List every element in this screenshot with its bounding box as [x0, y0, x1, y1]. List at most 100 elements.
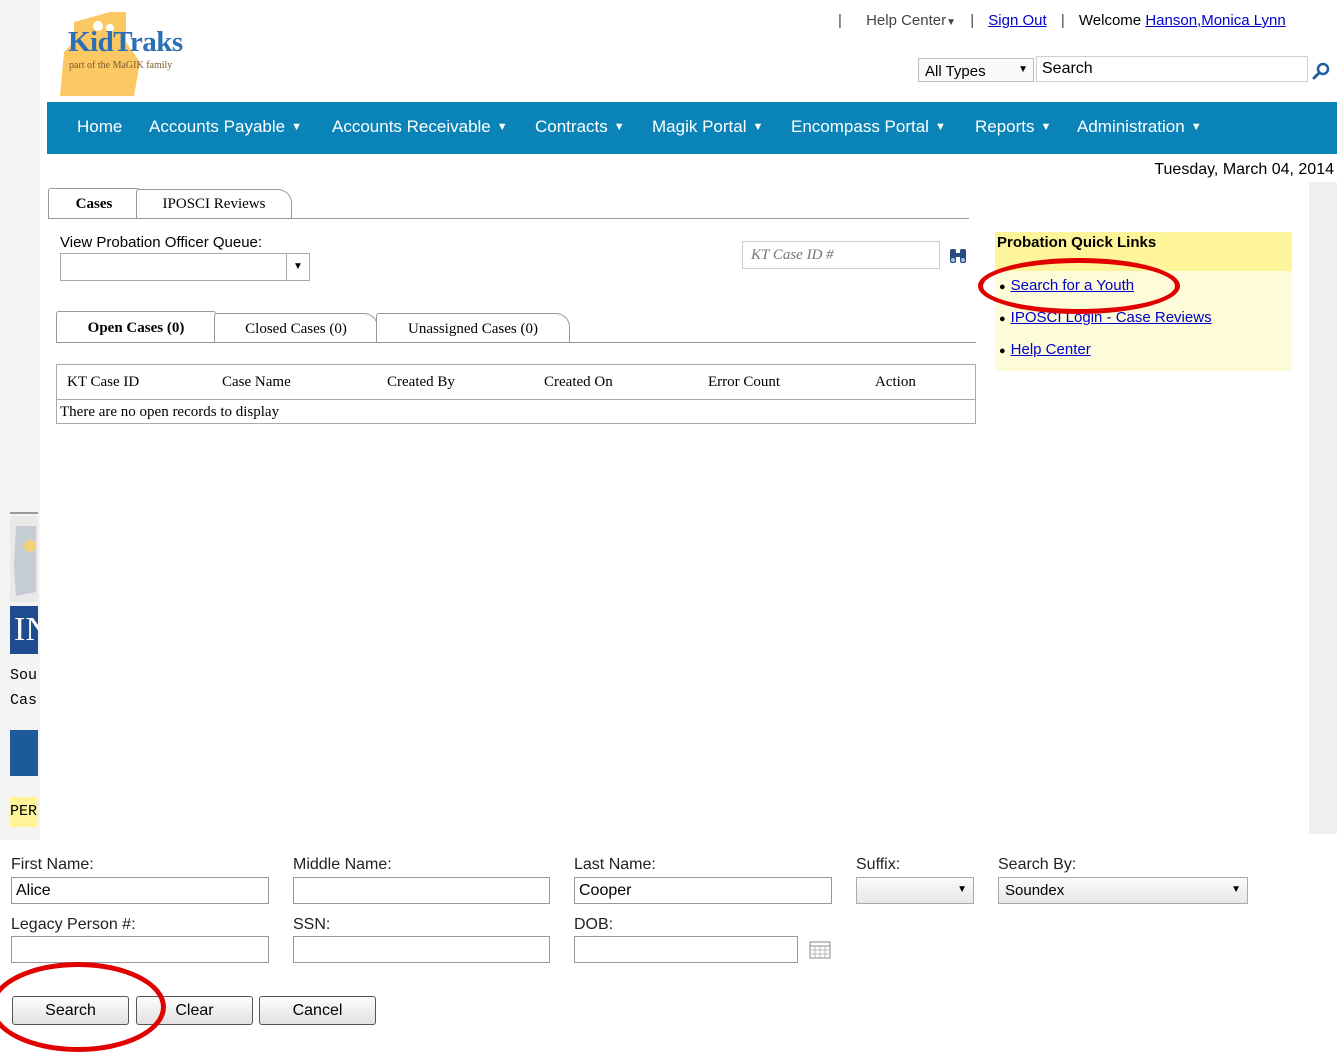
- tab-label: Unassigned Cases (0): [408, 321, 538, 337]
- last-name-label: Last Name:: [574, 856, 656, 873]
- search-type-select[interactable]: All Types ▼: [918, 58, 1034, 82]
- nav-label: Magik Portal: [652, 117, 747, 136]
- ssn-label: SSN:: [293, 916, 331, 933]
- tab-divider: [48, 218, 969, 219]
- nav-reports[interactable]: Reports ▼: [975, 117, 1051, 137]
- caret-down-icon: ▼: [496, 121, 508, 133]
- sign-out-link[interactable]: Sign Out: [988, 12, 1046, 29]
- cancel-button[interactable]: Cancel: [259, 996, 376, 1025]
- bullet-icon: ●: [999, 313, 1006, 325]
- suffix-select[interactable]: ▼: [856, 877, 974, 904]
- column-header[interactable]: Case Name: [222, 374, 291, 391]
- queue-select[interactable]: ▼: [60, 253, 310, 281]
- search-by-label: Search By:: [998, 856, 1077, 873]
- caret-down-icon: ▼: [1231, 884, 1241, 895]
- fragment-text: Case: [10, 692, 38, 709]
- cases-table: KT Case ID Case Name Created By Created …: [56, 364, 976, 424]
- search-type-value: All Types: [925, 63, 986, 80]
- quick-links-title: Probation Quick Links: [997, 234, 1157, 251]
- middle-name-input[interactable]: [293, 877, 550, 904]
- tab-unassigned-cases[interactable]: Unassigned Cases (0): [376, 313, 570, 343]
- first-name-input[interactable]: [11, 877, 269, 904]
- tab-label: Open Cases (0): [87, 320, 185, 336]
- caret-down-icon: ▼: [613, 121, 625, 133]
- state-logo-fragment: [10, 516, 38, 602]
- tab-label: Closed Cases (0): [245, 321, 347, 337]
- tab-open-cases[interactable]: Open Cases (0): [56, 311, 216, 343]
- table-header: KT Case ID Case Name Created By Created …: [57, 365, 975, 400]
- caret-down-icon: ▼: [1190, 121, 1202, 133]
- separator: |: [1060, 12, 1065, 29]
- search-input[interactable]: [1036, 56, 1308, 82]
- case-id-input[interactable]: [742, 241, 940, 269]
- annotation-circle: [0, 962, 166, 1052]
- nav-label: Accounts Payable: [149, 117, 286, 136]
- caret-down-icon: ▼: [946, 17, 957, 28]
- nav-label: Encompass Portal: [791, 117, 929, 136]
- nav-label: Home: [77, 117, 123, 136]
- bullet-icon: ●: [999, 345, 1006, 357]
- nav-contracts[interactable]: Contracts ▼: [535, 117, 625, 137]
- nav-encompass-portal[interactable]: Encompass Portal ▼: [791, 117, 946, 137]
- column-header[interactable]: Created By: [387, 374, 455, 391]
- caret-down-icon: ▼: [957, 884, 967, 895]
- queue-label: View Probation Officer Queue:: [60, 234, 263, 251]
- search-by-select[interactable]: Soundex ▼: [998, 877, 1248, 904]
- tab-iposci-reviews[interactable]: IPOSCI Reviews: [136, 189, 292, 219]
- column-header[interactable]: Error Count: [708, 374, 780, 391]
- caret-down-icon[interactable]: ▼: [286, 254, 309, 280]
- ssn-input[interactable]: [293, 936, 550, 963]
- yellow-header-fragment: PER: [10, 797, 38, 827]
- legacy-person-input[interactable]: [11, 936, 269, 963]
- blue-bar-fragment: [10, 730, 38, 776]
- search-icon[interactable]: [1312, 61, 1332, 81]
- fragment-text: Sour: [10, 667, 38, 684]
- main-nav: Home Accounts Payable ▼ Accounts Receivab…: [47, 102, 1337, 154]
- column-header[interactable]: KT Case ID: [67, 374, 139, 391]
- dob-label: DOB:: [574, 916, 614, 933]
- help-center-menu[interactable]: Help Center▼: [866, 12, 956, 29]
- current-date: Tuesday, March 04, 2014: [1154, 161, 1334, 178]
- tab-label: Cases: [75, 196, 113, 212]
- nav-magik-portal[interactable]: Magik Portal ▼: [652, 117, 763, 137]
- first-name-label: First Name:: [11, 856, 94, 873]
- fragment-divider: [10, 512, 38, 514]
- legacy-person-label: Legacy Person #:: [11, 916, 136, 933]
- quick-link-item: ● Help Center: [999, 341, 1091, 358]
- tab-closed-cases[interactable]: Closed Cases (0): [214, 313, 378, 343]
- suffix-label: Suffix:: [856, 856, 901, 873]
- nav-label: Contracts: [535, 117, 608, 136]
- tab-cases[interactable]: Cases: [48, 188, 140, 219]
- caret-down-icon: ▼: [752, 121, 764, 133]
- help-center-link[interactable]: Help Center: [1011, 341, 1091, 358]
- caret-down-icon: ▼: [291, 121, 302, 133]
- nav-home[interactable]: Home: [77, 117, 122, 137]
- caret-down-icon: ▼: [1040, 121, 1052, 133]
- nav-label: Reports: [975, 117, 1035, 136]
- search-by-value: Soundex: [1005, 882, 1065, 899]
- column-header: Action: [875, 374, 916, 390]
- column-header[interactable]: Created On: [544, 374, 613, 391]
- top-links: | Help Center▼ | Sign Out | Welcome Hans…: [838, 12, 1286, 29]
- nav-label: Administration: [1077, 117, 1185, 136]
- separator: |: [838, 12, 842, 29]
- tab-label: IPOSCI Reviews: [162, 196, 266, 212]
- nav-accounts-receivable[interactable]: Accounts Receivable ▼: [332, 117, 508, 137]
- user-name-link[interactable]: Hanson,Monica Lynn: [1145, 12, 1285, 29]
- middle-name-label: Middle Name:: [293, 856, 392, 873]
- banner-fragment: IN: [10, 606, 38, 654]
- help-center-label: Help Center: [866, 12, 947, 29]
- caret-down-icon: ▼: [934, 121, 946, 133]
- nav-administration[interactable]: Administration ▼: [1077, 117, 1202, 137]
- empty-table-message: There are no open records to display: [60, 404, 280, 420]
- logo-title: KidTraks: [68, 26, 183, 58]
- last-name-input[interactable]: [574, 877, 832, 904]
- nav-accounts-payable[interactable]: Accounts Payable ▼: [149, 117, 302, 137]
- welcome-label: Welcome: [1078, 12, 1142, 29]
- dob-input[interactable]: [574, 936, 798, 963]
- tab-divider: [56, 342, 976, 343]
- left-background: [0, 0, 40, 840]
- binoculars-icon[interactable]: [948, 247, 968, 265]
- calendar-icon[interactable]: [809, 941, 831, 959]
- annotation-circle: [978, 258, 1180, 314]
